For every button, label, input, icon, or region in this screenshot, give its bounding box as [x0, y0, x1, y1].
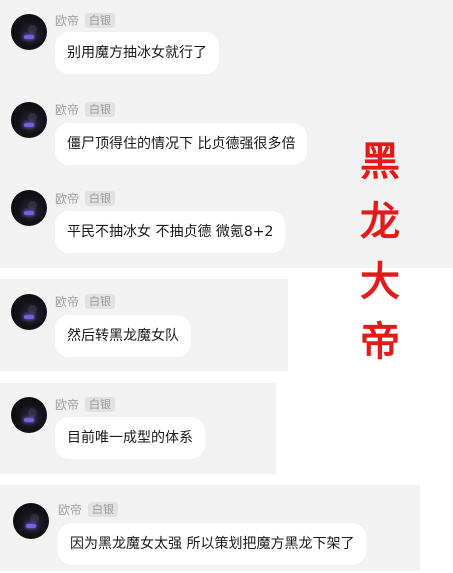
sender-name[interactable]: 欧帝: [55, 396, 79, 413]
sender-line: 欧帝 白银: [55, 12, 116, 29]
chat-screenshot: 欧帝 白银 别用魔方抽冰女就行了 欧帝 白银 僵尸顶得住的情况下 比贞德强很多倍…: [0, 0, 453, 573]
sender-name[interactable]: 欧帝: [55, 190, 79, 207]
message-bubble: 目前唯一成型的体系: [55, 417, 205, 459]
sender-line: 欧帝 白银: [55, 190, 116, 207]
avatar[interactable]: [11, 397, 47, 433]
message-bubble: 因为黑龙魔女太强 所以策划把魔方黑龙下架了: [58, 523, 367, 565]
chat-message: 欧帝 白银 然后转黑龙魔女队: [0, 279, 288, 371]
sender-name[interactable]: 欧帝: [55, 12, 79, 29]
sender-name[interactable]: 欧帝: [55, 293, 79, 310]
overlay-caption: 黑 龙 大 帝: [345, 132, 415, 372]
sender-line: 欧帝 白银: [55, 101, 116, 118]
avatar[interactable]: [11, 294, 47, 330]
level-badge: 白银: [85, 396, 116, 412]
message-bubble: 僵尸顶得住的情况下 比贞德强很多倍: [55, 123, 308, 165]
overlay-char: 大: [360, 259, 400, 305]
overlay-char: 帝: [360, 319, 400, 365]
sender-name[interactable]: 欧帝: [58, 501, 82, 518]
sender-line: 欧帝 白银: [55, 293, 116, 310]
chat-message: 欧帝 白银 因为黑龙魔女太强 所以策划把魔方黑龙下架了: [0, 485, 420, 571]
level-badge: 白银: [88, 501, 119, 517]
sender-name[interactable]: 欧帝: [55, 101, 79, 118]
sender-line: 欧帝 白银: [55, 396, 116, 413]
chat-message: 欧帝 白银 目前唯一成型的体系: [0, 383, 276, 474]
level-badge: 白银: [85, 12, 116, 28]
level-badge: 白银: [85, 190, 116, 206]
message-bubble: 然后转黑龙魔女队: [55, 315, 191, 357]
level-badge: 白银: [85, 293, 116, 309]
avatar[interactable]: [11, 102, 47, 138]
message-bubble: 别用魔方抽冰女就行了: [55, 32, 219, 74]
avatar[interactable]: [13, 503, 49, 539]
overlay-char: 黑: [360, 139, 400, 185]
sender-line: 欧帝 白银: [58, 501, 119, 518]
level-badge: 白银: [85, 101, 116, 117]
overlay-char: 龙: [360, 199, 400, 245]
chat-message: 欧帝 白银 别用魔方抽冰女就行了: [0, 0, 453, 90]
avatar[interactable]: [11, 14, 47, 50]
avatar[interactable]: [11, 190, 47, 226]
message-bubble: 平民不抽冰女 不抽贞德 微氪8+2: [55, 211, 286, 253]
